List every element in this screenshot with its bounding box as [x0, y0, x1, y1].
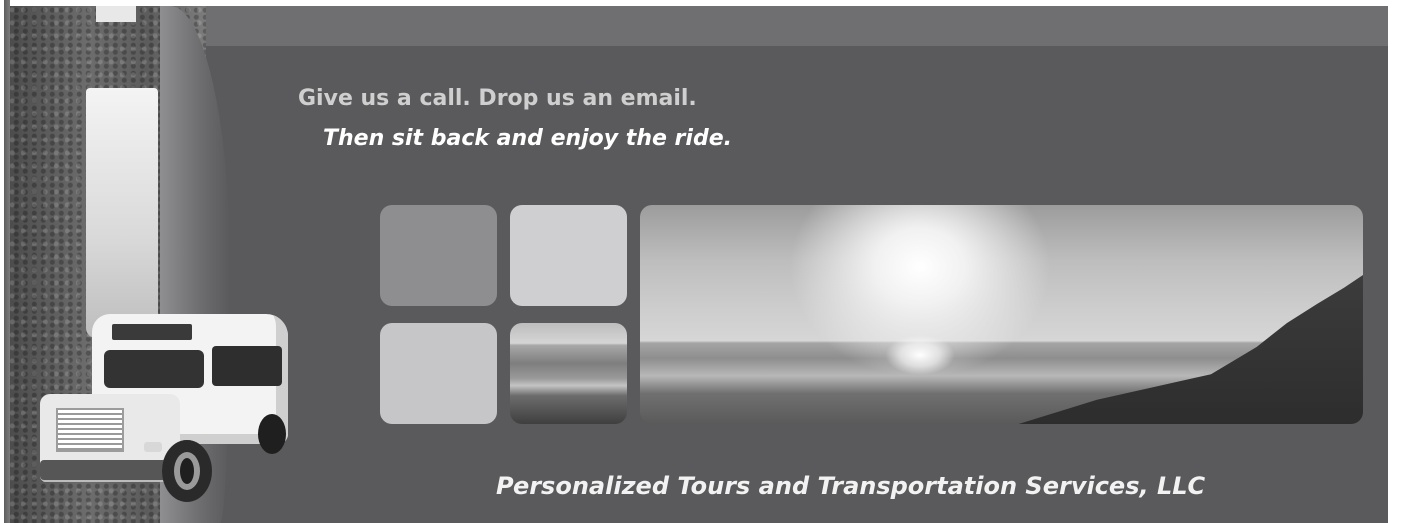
road-stripe-top [96, 6, 136, 22]
bus-front-wheel [162, 440, 212, 502]
banner-background: Give us a call. Drop us an email. Then s… [10, 0, 1396, 523]
bus-windshield [104, 350, 204, 388]
page-left-border [0, 0, 10, 523]
page-right-border [1388, 0, 1396, 523]
road-lane-stripe [86, 88, 158, 338]
tagline-line-1: Give us a call. Drop us an email. [298, 86, 697, 111]
beach-sunset-photo [640, 205, 1363, 424]
bus-destination-sign [112, 324, 192, 340]
company-name: Personalized Tours and Transportation Se… [496, 472, 1206, 500]
shoreline-silhouette [983, 275, 1363, 424]
bus-rear-wheel [258, 414, 286, 454]
shuttle-bus-image [32, 310, 294, 510]
sun-reflection [885, 335, 955, 375]
bus-headlight [144, 442, 162, 452]
beach-photo-tile [510, 323, 627, 424]
decorative-tile-top-left [380, 205, 497, 306]
top-bar [10, 6, 1396, 46]
decorative-tile-bottom-left [380, 323, 497, 424]
website-header-banner: Give us a call. Drop us an email. Then s… [0, 0, 1404, 523]
decorative-tile-top-right [510, 205, 627, 306]
bus-grille [56, 408, 124, 452]
bus-side-window [212, 346, 282, 386]
tagline-line-2: Then sit back and enjoy the ride. [323, 126, 732, 151]
